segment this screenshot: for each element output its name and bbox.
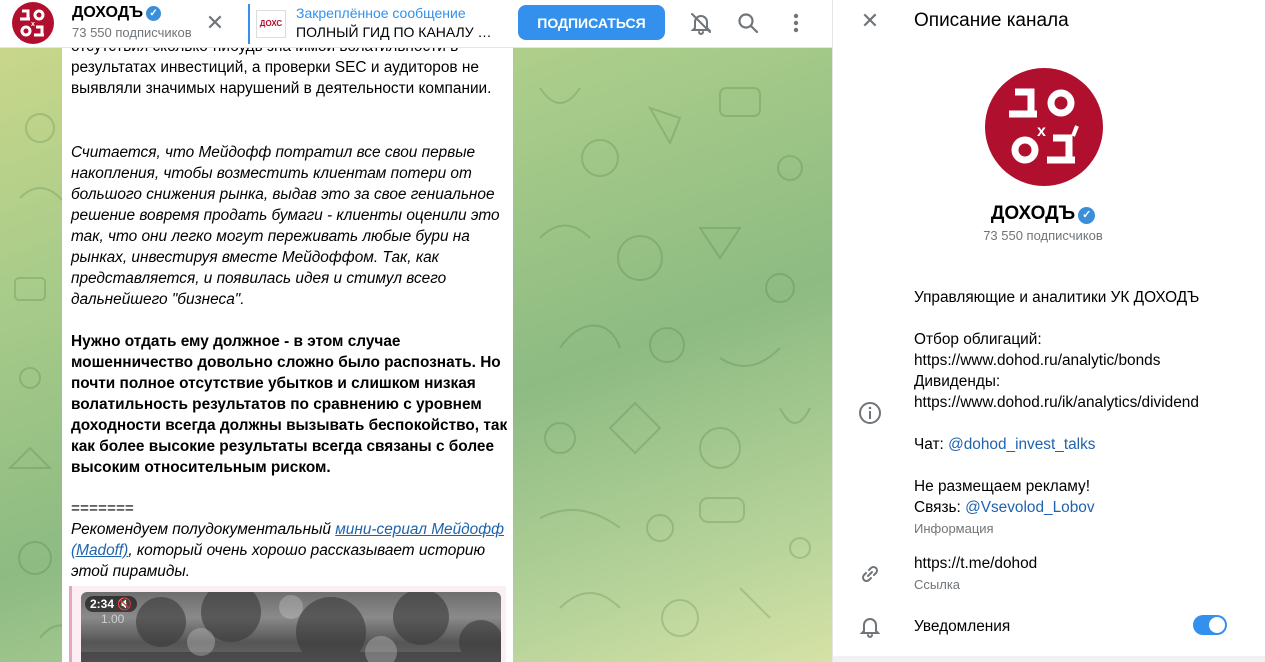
chat-line: Чат: @dohod_invest_talks bbox=[914, 434, 1096, 455]
link-icon bbox=[861, 565, 879, 583]
dividends-url[interactable]: https://www.dohod.ru/ik/analytics/divide… bbox=[914, 392, 1199, 413]
video-attachment: 2:34 🔇 1.00 bbox=[69, 586, 506, 662]
channel-avatar[interactable]: х bbox=[12, 2, 54, 44]
link-section-label: Ссылка bbox=[914, 577, 961, 592]
svg-text:х: х bbox=[1037, 123, 1046, 140]
chat-header: х ДОХОДЪ ✓ 73 550 подписчиков ✕ ДОХС Закр… bbox=[0, 0, 832, 48]
more-vertical-icon[interactable] bbox=[783, 10, 809, 36]
verified-badge-icon: ✓ bbox=[1078, 207, 1096, 224]
svg-text:х: х bbox=[31, 21, 35, 28]
contact-line: Связь: @Vsevolod_Lobov bbox=[914, 497, 1095, 518]
horizontal-scrollbar[interactable] bbox=[833, 656, 1265, 662]
dohod-logo-icon: х bbox=[1009, 88, 1079, 164]
panel-title: Описание канала bbox=[914, 10, 1069, 31]
video-thumbnail[interactable]: 2:34 🔇 1.00 bbox=[81, 592, 501, 662]
pinned-message[interactable]: ДОХС Закреплённое сообщение ПОЛНЫЙ ГИД П… bbox=[248, 4, 498, 44]
channel-avatar-large[interactable]: х bbox=[985, 68, 1103, 186]
no-ads-line: Не размещаем рекламу! bbox=[914, 478, 1091, 495]
description-line: Управляющие и аналитики УК ДОХОДЪ bbox=[914, 289, 1200, 306]
contact-mention-link[interactable]: @Vsevolod_Lobov bbox=[965, 499, 1094, 516]
notifications-label: Уведомления bbox=[914, 618, 1011, 635]
close-icon[interactable]: ✕ bbox=[857, 8, 883, 34]
search-icon[interactable] bbox=[735, 10, 761, 36]
channel-subscriber-count: 73 550 подписчиков bbox=[983, 228, 1103, 243]
toggle-knob bbox=[1209, 617, 1225, 633]
chat-mention-link[interactable]: @dohod_invest_talks bbox=[948, 436, 1095, 453]
info-section-label: Информация bbox=[914, 521, 994, 536]
video-duration: 2:34 🔇 bbox=[85, 596, 138, 612]
close-icon[interactable]: ✕ bbox=[202, 10, 228, 36]
bonds-url[interactable]: https://www.dohod.ru/analytic/bonds bbox=[914, 350, 1160, 371]
info-icon bbox=[859, 402, 881, 424]
dividends-label: Дивиденды: bbox=[914, 373, 1001, 390]
mute-icon[interactable]: 🔇 bbox=[117, 597, 132, 611]
bonds-label: Отбор облигаций: bbox=[914, 331, 1042, 348]
dohod-logo-icon: х bbox=[20, 9, 45, 37]
pinned-thumbnail: ДОХС bbox=[256, 10, 286, 38]
message-paragraph-italic: Считается, что Мейдофф потратил все свои… bbox=[71, 142, 511, 310]
message-paragraph-recommendation: Рекомендуем полудокументальный мини-сери… bbox=[71, 519, 511, 582]
pinned-message-text: ПОЛНЫЙ ГИД ПО КАНАЛУ ДОХОДЪ bbox=[296, 24, 496, 40]
italic-text: Считается, что Мейдофф потратил все свои… bbox=[71, 144, 500, 308]
channel-info-panel: ✕ Описание канала х ДОХОДЪ ✓ 73 550 подпи… bbox=[832, 0, 1265, 662]
bell-icon bbox=[859, 618, 881, 638]
chat-pane: х ДОХОДЪ ✓ 73 550 подписчиков ✕ ДОХС Закр… bbox=[0, 0, 832, 662]
subscriber-count: 73 550 подписчиков bbox=[72, 25, 192, 40]
channel-title[interactable]: ДОХОДЪ ✓ bbox=[72, 4, 162, 22]
channel-title-text: ДОХОДЪ bbox=[72, 4, 144, 21]
verified-badge-icon: ✓ bbox=[146, 6, 162, 21]
subscribe-button[interactable]: ПОДПИСАТЬСЯ bbox=[518, 5, 665, 40]
message-paragraph: отсутствия сколько-нибудь значимой волат… bbox=[71, 48, 492, 97]
message-separator: ======= bbox=[71, 500, 134, 517]
message-bubble: отсутствия сколько-нибудь значимой волат… bbox=[62, 48, 513, 662]
channel-name: ДОХОДЪ ✓ bbox=[833, 203, 1253, 225]
notifications-toggle[interactable] bbox=[1193, 615, 1227, 635]
contact-prefix: Связь: bbox=[914, 499, 966, 516]
message-paragraph-bold: Нужно отдать ему должное - в этом случае… bbox=[71, 333, 508, 476]
channel-name-text: ДОХОДЪ bbox=[990, 203, 1076, 224]
video-speed[interactable]: 1.00 bbox=[101, 612, 124, 626]
video-duration-text: 2:34 bbox=[90, 597, 115, 611]
chat-prefix: Чат: bbox=[914, 436, 949, 453]
recommendation-text: Рекомендуем полудокументальный bbox=[71, 521, 336, 538]
video-frame-image bbox=[81, 592, 501, 662]
recommendation-text-end: , который очень хорошо рассказывает исто… bbox=[71, 542, 486, 580]
pinned-message-label: Закреплённое сообщение bbox=[296, 5, 466, 21]
channel-link[interactable]: https://t.me/dohod bbox=[914, 553, 1037, 574]
bell-off-icon[interactable] bbox=[688, 10, 714, 36]
